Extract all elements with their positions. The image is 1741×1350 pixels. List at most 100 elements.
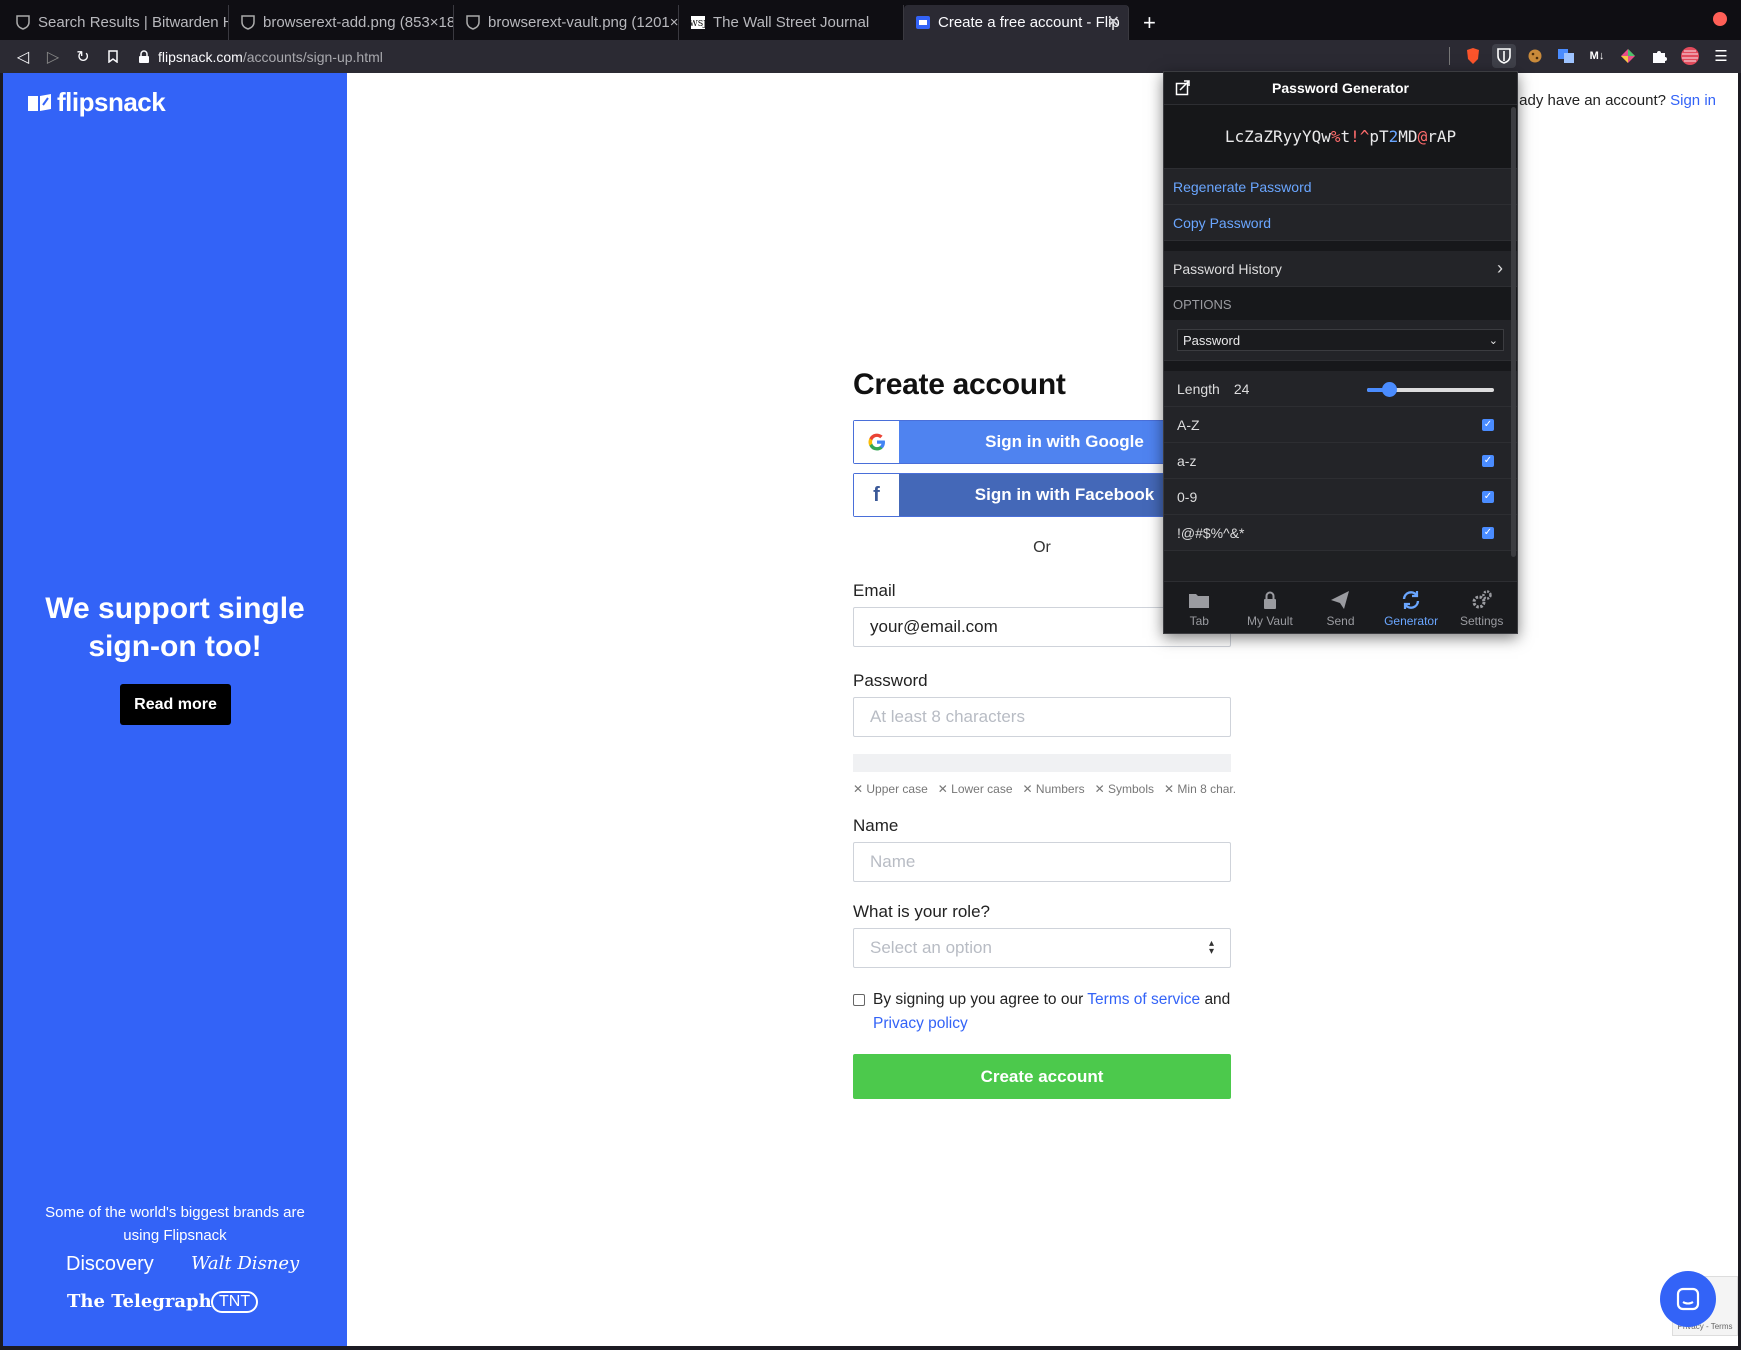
name-field[interactable]: Name <box>853 842 1231 882</box>
option-label: 0-9 <box>1177 488 1198 505</box>
bitwarden-extension-icon[interactable] <box>1492 44 1516 68</box>
svg-text:WSJ: WSJ <box>691 19 705 28</box>
chat-icon <box>1676 1287 1700 1311</box>
checkbox-uppercase[interactable]: ✓ <box>1482 418 1494 431</box>
password-segment: MD <box>1398 127 1418 146</box>
browser-tab[interactable]: browserext-vault.png (1201× <box>454 5 679 40</box>
nav-send[interactable]: Send <box>1305 582 1376 633</box>
length-slider[interactable] <box>1367 382 1494 397</box>
color-picker-extension-icon[interactable] <box>1616 44 1640 68</box>
checkbox-special[interactable]: ✓ <box>1482 526 1494 539</box>
menu-icon[interactable]: ☰ <box>1709 44 1733 68</box>
tab-title: Create a free account - Flip <box>938 14 1120 31</box>
brand-logo-discovery: Discovery <box>66 1253 154 1275</box>
role-select-value: Select an option <box>870 938 992 957</box>
terms-checkbox[interactable] <box>853 994 865 1006</box>
popout-icon[interactable] <box>1175 80 1191 96</box>
option-row-special: !@#$%^&* ✓ <box>1164 515 1517 551</box>
spacer <box>1164 241 1517 251</box>
password-strength-bar <box>853 754 1231 772</box>
checkbox-lowercase[interactable]: ✓ <box>1482 454 1494 467</box>
tab-title: browserext-add.png (853×18 <box>263 14 454 31</box>
back-icon[interactable]: ◁ <box>8 42 38 72</box>
requirement-item: ✕ Min 8 char. <box>1164 782 1237 796</box>
cookie-extension-icon[interactable] <box>1523 44 1547 68</box>
bookmark-icon[interactable] <box>98 42 128 72</box>
nav-settings-label: Settings <box>1459 614 1504 628</box>
requirement-item: ✕ Lower case <box>937 782 1013 796</box>
browser-tab[interactable]: browserext-add.png (853×18 <box>229 5 454 40</box>
puzzle-extensions-icon[interactable] <box>1647 44 1671 68</box>
browser-tab[interactable]: Search Results | Bitwarden He <box>4 5 229 40</box>
sso-heading: We support single sign-on too! <box>45 592 305 663</box>
brave-lion-icon[interactable] <box>1461 44 1485 68</box>
left-panel: flipsnack We support single sign-on too!… <box>3 73 347 1346</box>
wsj-favicon-icon: WSJ <box>691 16 705 29</box>
password-history-row[interactable]: Password History › <box>1164 251 1517 287</box>
chat-widget-button[interactable] <box>1660 1271 1716 1327</box>
tab-title: The Wall Street Journal <box>713 14 870 31</box>
gears-icon <box>1472 590 1492 609</box>
forward-icon[interactable]: ▷ <box>38 42 68 72</box>
close-tab-icon[interactable]: ✕ <box>1107 12 1120 32</box>
lock-icon <box>1263 591 1276 609</box>
facebook-icon: f <box>854 474 899 516</box>
options-header: OPTIONS <box>1164 287 1517 320</box>
nav-my-vault[interactable]: My Vault <box>1235 582 1306 633</box>
length-value: 24 <box>1233 380 1250 397</box>
privacy-link[interactable]: Privacy policy <box>873 1015 968 1032</box>
option-label: A-Z <box>1177 416 1200 433</box>
url-host: flipsnack.com <box>158 48 243 65</box>
length-row: Length 24 <box>1164 371 1517 407</box>
create-account-button[interactable]: Create account <box>853 1054 1231 1099</box>
avatar[interactable] <box>1678 44 1702 68</box>
google-icon <box>854 421 899 463</box>
url-path: /accounts/sign-up.html <box>242 48 383 65</box>
nav-tab-label: Tab <box>1189 614 1209 628</box>
password-segment: rAP <box>1427 127 1457 146</box>
password-segment: LcZaZRyyYQw <box>1224 127 1331 146</box>
role-label: What is your role? <box>853 902 990 921</box>
logo-text: flipsnack <box>57 87 166 117</box>
signin-prompt-text: ady have an account? <box>1519 92 1666 109</box>
tab-title: browserext-vault.png (1201× <box>488 14 679 31</box>
flipsnack-logo[interactable]: flipsnack <box>27 87 166 118</box>
and-text: and <box>1204 991 1231 1008</box>
role-select[interactable]: Select an option ▴ ▾ <box>853 928 1231 968</box>
tab-bar: Search Results | Bitwarden He browserext… <box>0 0 1741 40</box>
password-field[interactable]: At least 8 characters <box>853 697 1231 737</box>
nav-tab[interactable]: Tab <box>1164 582 1235 633</box>
reload-icon[interactable]: ↻ <box>68 42 98 72</box>
password-requirements: ✕ Upper case ✕ Lower case ✕ Numbers ✕ Sy… <box>853 782 1236 796</box>
regenerate-password-button[interactable]: Regenerate Password <box>1164 169 1517 205</box>
window-close-button[interactable] <box>1713 12 1727 26</box>
url-bar[interactable]: flipsnack.com/accounts/sign-up.html <box>138 49 383 65</box>
select-arrows-icon: ▴ ▾ <box>1208 938 1214 957</box>
copy-password-button[interactable]: Copy Password <box>1164 205 1517 241</box>
nav-generator-label: Generator <box>1384 614 1439 628</box>
checkbox-numbers[interactable]: ✓ <box>1482 490 1494 503</box>
password-segment: !^ <box>1350 127 1370 146</box>
flipsnack-favicon-icon <box>916 16 930 29</box>
slider-knob[interactable] <box>1381 382 1397 397</box>
chevron-right-icon: › <box>1497 258 1503 278</box>
nav-send-label: Send <box>1326 614 1355 628</box>
translate-extension-icon[interactable] <box>1554 44 1578 68</box>
nav-generator[interactable]: Generator <box>1376 582 1447 633</box>
browser-tab[interactable]: WSJ The Wall Street Journal <box>679 5 904 40</box>
bitwarden-popup: Password Generator LcZaZRyyYQw% t !^ pT 2 MD @… <box>1163 71 1518 634</box>
browser-tab-active[interactable]: Create a free account - Flip ✕ <box>904 5 1129 40</box>
terms-link[interactable]: Terms of service <box>1087 991 1200 1008</box>
markdown-extension-icon[interactable]: M↓ <box>1585 44 1609 68</box>
signin-prompt: ady have an account? Sign in <box>1519 92 1716 109</box>
type-select-value: Password <box>1183 332 1241 348</box>
type-select[interactable]: Password ⌄ <box>1177 329 1504 351</box>
brand-logo-tnt: TNT <box>211 1291 259 1313</box>
sign-in-link[interactable]: Sign in <box>1670 92 1716 109</box>
nav-settings[interactable]: Settings <box>1446 582 1517 633</box>
scrollbar[interactable] <box>1511 107 1516 557</box>
new-tab-button[interactable]: + <box>1129 5 1170 40</box>
option-row-uppercase: A-Z ✓ <box>1164 407 1517 443</box>
read-more-button[interactable]: Read more <box>120 684 231 725</box>
requirement-item: ✕ Symbols <box>1094 782 1155 796</box>
